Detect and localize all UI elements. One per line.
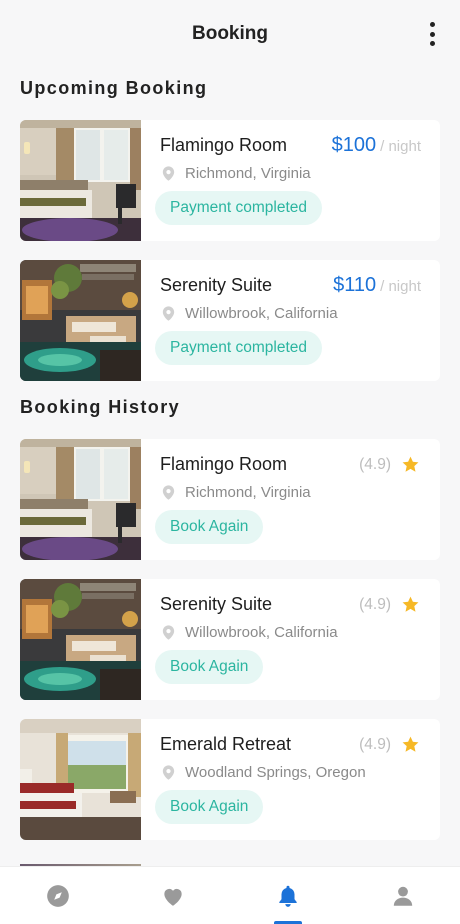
history-section-title: Booking History [20, 397, 181, 417]
star-icon [401, 455, 420, 474]
page-title: Booking [192, 23, 268, 44]
location: Richmond, Virginia [160, 165, 440, 182]
upcoming-section-title: Upcoming Booking [20, 78, 208, 98]
history-booking-card[interactable]: Emerald Retreat (4.9) Woodland Springs, … [20, 719, 440, 840]
more-dot [429, 41, 435, 46]
room-image [20, 120, 141, 241]
location: Willowbrook, California [160, 624, 440, 641]
more-options-button[interactable] [426, 22, 438, 46]
location-pin-icon [160, 305, 177, 322]
rating-value: (4.9) [359, 455, 391, 473]
payment-status-badge: Payment completed [155, 331, 322, 365]
nav-profile[interactable] [373, 867, 433, 924]
room-image [20, 439, 141, 560]
heart-icon [163, 888, 182, 906]
location-text: Willowbrook, California [185, 624, 338, 641]
location-pin-icon [160, 165, 177, 182]
book-again-button[interactable]: Book Again [155, 650, 264, 684]
upcoming-booking-card[interactable]: Flamingo Room $100 / night Richmond, Vir… [20, 120, 440, 241]
rating-value: (4.9) [359, 735, 391, 753]
upcoming-booking-card[interactable]: Serenity Suite $110 / night Willowbrook,… [20, 260, 440, 381]
location: Richmond, Virginia [160, 484, 440, 501]
history-booking-card[interactable]: Flamingo Room (4.9) Richmond, Virginia B… [20, 439, 440, 560]
rating: (4.9) [359, 455, 420, 474]
nav-favorites[interactable] [143, 867, 203, 924]
price: $100 / night [332, 134, 421, 157]
location-text: Richmond, Virginia [185, 165, 311, 182]
payment-status-badge: Payment completed [155, 191, 322, 225]
location: Willowbrook, California [160, 305, 440, 322]
active-tab-indicator [273, 920, 302, 924]
app-header: Booking [0, 0, 460, 68]
more-dot [429, 22, 435, 27]
location-text: Woodland Springs, Oregon [185, 764, 366, 781]
rating: (4.9) [359, 595, 420, 614]
price-amount: $100 [331, 134, 377, 156]
location-pin-icon [160, 484, 177, 501]
profile-icon [393, 886, 412, 906]
more-dot [429, 31, 435, 37]
nav-bookings[interactable] [258, 867, 318, 924]
location: Woodland Springs, Oregon [160, 764, 440, 781]
star-icon [401, 595, 420, 614]
history-booking-card[interactable]: Serenity Suite (4.9) Willowbrook, Califo… [20, 579, 440, 700]
rating-value: (4.9) [359, 595, 391, 613]
nav-explore[interactable] [28, 867, 88, 924]
book-again-button[interactable]: Book Again [155, 790, 264, 824]
price-unit: / night [380, 278, 421, 295]
location-pin-icon [160, 624, 177, 641]
star-icon [401, 735, 420, 754]
location-text: Willowbrook, California [185, 305, 338, 322]
compass-icon [46, 884, 69, 907]
price-unit: / night [380, 138, 421, 155]
bell-icon [278, 885, 297, 907]
location-text: Richmond, Virginia [185, 484, 311, 501]
room-image [20, 579, 141, 700]
room-image [20, 719, 141, 840]
price-amount: $110 [333, 274, 377, 296]
price: $110 / night [333, 274, 421, 297]
book-again-button[interactable]: Book Again [155, 510, 264, 544]
room-image [20, 260, 141, 381]
bottom-navigation [0, 866, 460, 924]
rating: (4.9) [359, 735, 420, 754]
location-pin-icon [160, 764, 177, 781]
